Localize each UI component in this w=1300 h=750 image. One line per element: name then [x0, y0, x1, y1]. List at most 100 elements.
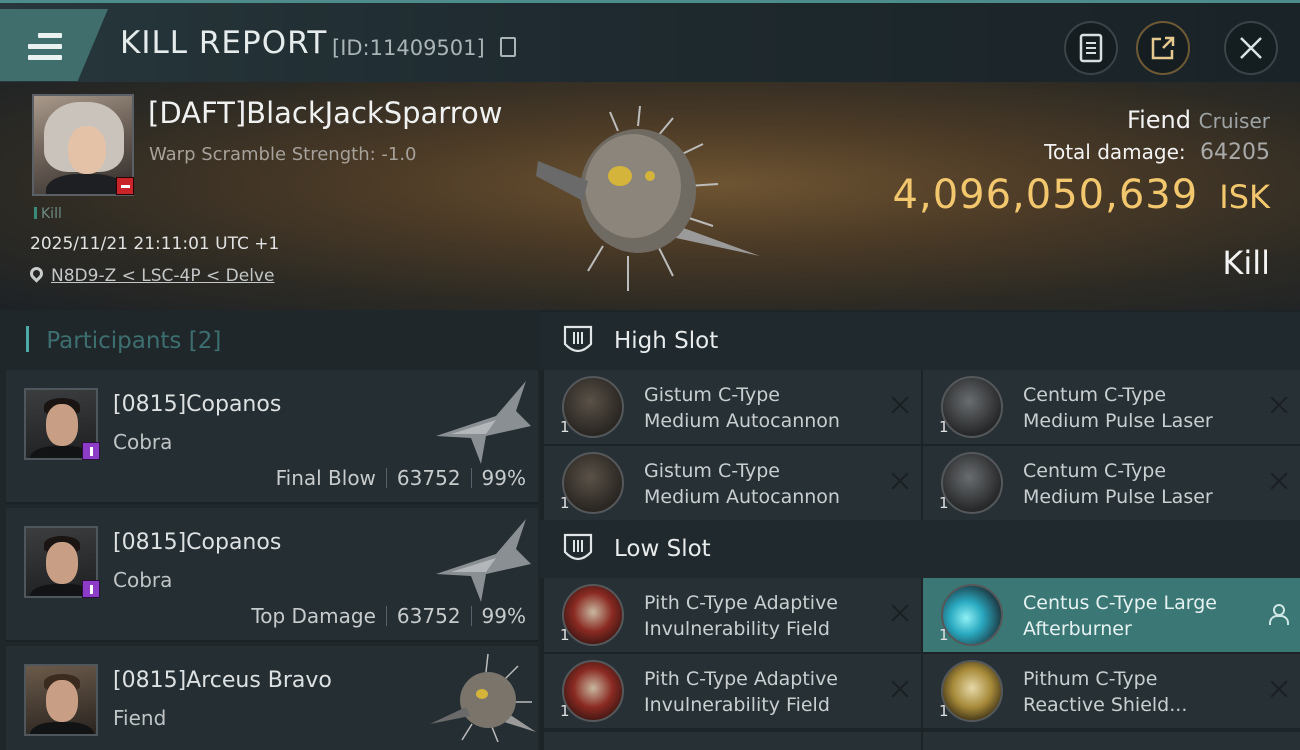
- module-name: Gistum C-Type Medium Autocannon: [644, 384, 840, 432]
- top-bar: KILL REPORT [ID:11409501]: [0, 0, 1300, 82]
- victim-ship-image: [536, 106, 760, 291]
- kill-datetime: 2025/11/21 21:11:01 UTC +1: [30, 234, 280, 254]
- module-name: Gistum C-Type Medium Autocannon: [644, 460, 840, 508]
- participants-panel: Participants [2] [0815]Copanos Cobra Fin…: [0, 310, 540, 750]
- shield-module-icon: [562, 584, 624, 646]
- participant-role: Final Blow: [275, 466, 376, 490]
- participants-count: [2]: [188, 328, 222, 354]
- participant-name: [0815]Arceus Bravo: [113, 668, 332, 693]
- destroyed-x-icon: [891, 680, 909, 698]
- module-card[interactable]: 1 Pith C-Type Adaptive Invulnerability F…: [544, 578, 921, 652]
- participant-ship-image: [430, 653, 536, 742]
- participant-ship-image: [436, 381, 531, 464]
- pulse-laser-icon: [941, 452, 1003, 514]
- module-card[interactable]: 1 Centum C-Type Medium Pulse Laser: [923, 446, 1300, 520]
- module-qty: 1: [560, 418, 570, 436]
- module-card[interactable]: 1 Centum C-Type Medium Pulse Laser: [923, 370, 1300, 444]
- total-damage-value: 64205: [1200, 140, 1270, 165]
- participant-damage: 63752: [396, 466, 461, 490]
- fittings-panel: High Slot 1 Gistum C-Type Medium Autocan…: [540, 310, 1300, 750]
- destroyed-x-icon: [1270, 472, 1288, 490]
- participant-stats: Final Blow 63752 99%: [276, 466, 526, 490]
- close-icon: [1240, 37, 1262, 59]
- participant-damage: 63752: [396, 604, 461, 628]
- location-link[interactable]: N8D9-Z < LSC-4P < Delve: [51, 266, 274, 286]
- destroyed-x-icon: [891, 604, 909, 622]
- isk-value: 4,096,050,639: [892, 172, 1199, 218]
- person-icon: [1268, 604, 1289, 625]
- module-card[interactable]: 1 Centus C-Type Large Afterburner: [923, 578, 1300, 652]
- isk-unit: ISK: [1219, 178, 1270, 216]
- low-slot-header: Low Slot: [540, 520, 1300, 578]
- participant-percent: 99%: [481, 466, 526, 490]
- document-icon: [1079, 33, 1103, 63]
- module-name: Centus C-Type Large Afterburner: [1023, 592, 1217, 640]
- module-name: Pithum C-Type Reactive Shield...: [1023, 668, 1188, 716]
- module-card[interactable]: [544, 732, 921, 750]
- participant-row[interactable]: [0815]Copanos Cobra Top Damage 63752 99%: [6, 508, 538, 642]
- copy-icon[interactable]: [500, 37, 516, 57]
- module-name: Pith C-Type Adaptive Invulnerability Fie…: [644, 668, 838, 716]
- shield-module-icon: [941, 660, 1003, 722]
- victim-ship: Fiend Cruiser: [1127, 106, 1270, 134]
- warp-scramble-text: Warp Scramble Strength: -1.0: [149, 144, 417, 165]
- autocannon-icon: [562, 452, 624, 514]
- participant-ship: Cobra: [113, 430, 173, 454]
- afterburner-icon: [941, 584, 1003, 646]
- menu-icon: [28, 33, 62, 61]
- module-qty: 1: [560, 626, 570, 644]
- module-card[interactable]: 1 Gistum C-Type Medium Autocannon: [544, 370, 921, 444]
- module-name: Pith C-Type Adaptive Invulnerability Fie…: [644, 592, 838, 640]
- high-slot-header: High Slot: [540, 312, 1300, 370]
- module-qty: 1: [939, 418, 949, 436]
- total-damage: Total damage: 64205: [1044, 140, 1270, 165]
- share-button[interactable]: [1136, 21, 1190, 75]
- module-name: Centum C-Type Medium Pulse Laser: [1023, 384, 1213, 432]
- participant-ship-image: [436, 519, 531, 602]
- module-card[interactable]: 1 Pithum C-Type Reactive Shield...: [923, 654, 1300, 728]
- shield-module-icon: [562, 660, 624, 722]
- share-icon: [1151, 36, 1175, 60]
- participant-avatar[interactable]: [24, 664, 98, 736]
- kill-tag: Kill: [34, 206, 62, 222]
- loss-badge-icon: [116, 177, 134, 195]
- module-qty: 1: [939, 494, 949, 512]
- victim-ship-class: Cruiser: [1198, 109, 1270, 133]
- kill-location: N8D9-Z < LSC-4P < Delve: [27, 264, 274, 286]
- destroyed-x-icon: [1270, 680, 1288, 698]
- report-id: [ID:11409501]: [332, 36, 485, 60]
- module-qty: 1: [939, 626, 949, 644]
- participant-row[interactable]: [0815]Arceus Bravo Fiend: [6, 646, 538, 750]
- total-damage-label: Total damage:: [1044, 140, 1186, 164]
- victim-name[interactable]: [DAFT]BlackJackSparrow: [148, 96, 502, 130]
- autocannon-icon: [562, 376, 624, 438]
- isk-value-line: 4,096,050,639 ISK: [893, 172, 1270, 218]
- menu-button[interactable]: [0, 9, 108, 81]
- victim-banner: Kill [DAFT]BlackJackSparrow Warp Scrambl…: [0, 82, 1300, 310]
- module-qty: 1: [939, 702, 949, 720]
- participant-row[interactable]: [0815]Copanos Cobra Final Blow 63752 99%: [6, 370, 538, 504]
- destroyed-x-icon: [1270, 396, 1288, 414]
- participants-label: Participants: [46, 328, 182, 354]
- module-card[interactable]: 1 Gistum C-Type Medium Autocannon: [544, 446, 921, 520]
- victim-ship-name: Fiend: [1127, 106, 1191, 134]
- info-badge-icon: [82, 580, 100, 598]
- info-badge-icon: [82, 442, 100, 460]
- participant-name: [0815]Copanos: [113, 392, 282, 417]
- module-card[interactable]: 1 Pith C-Type Adaptive Invulnerability F…: [544, 654, 921, 728]
- module-name: Centum C-Type Medium Pulse Laser: [1023, 460, 1213, 508]
- participant-ship: Cobra: [113, 568, 173, 592]
- high-slot-title: High Slot: [614, 328, 719, 354]
- location-pin-icon: [27, 264, 46, 283]
- participant-percent: 99%: [481, 604, 526, 628]
- document-button[interactable]: [1064, 21, 1118, 75]
- kill-result: Kill: [1222, 244, 1270, 282]
- module-qty: 1: [560, 494, 570, 512]
- participant-ship: Fiend: [113, 706, 167, 730]
- module-qty: 1: [560, 702, 570, 720]
- participant-name: [0815]Copanos: [113, 530, 282, 555]
- page-title: KILL REPORT: [120, 25, 328, 61]
- close-button[interactable]: [1224, 21, 1278, 75]
- module-card[interactable]: [923, 732, 1300, 750]
- destroyed-x-icon: [891, 396, 909, 414]
